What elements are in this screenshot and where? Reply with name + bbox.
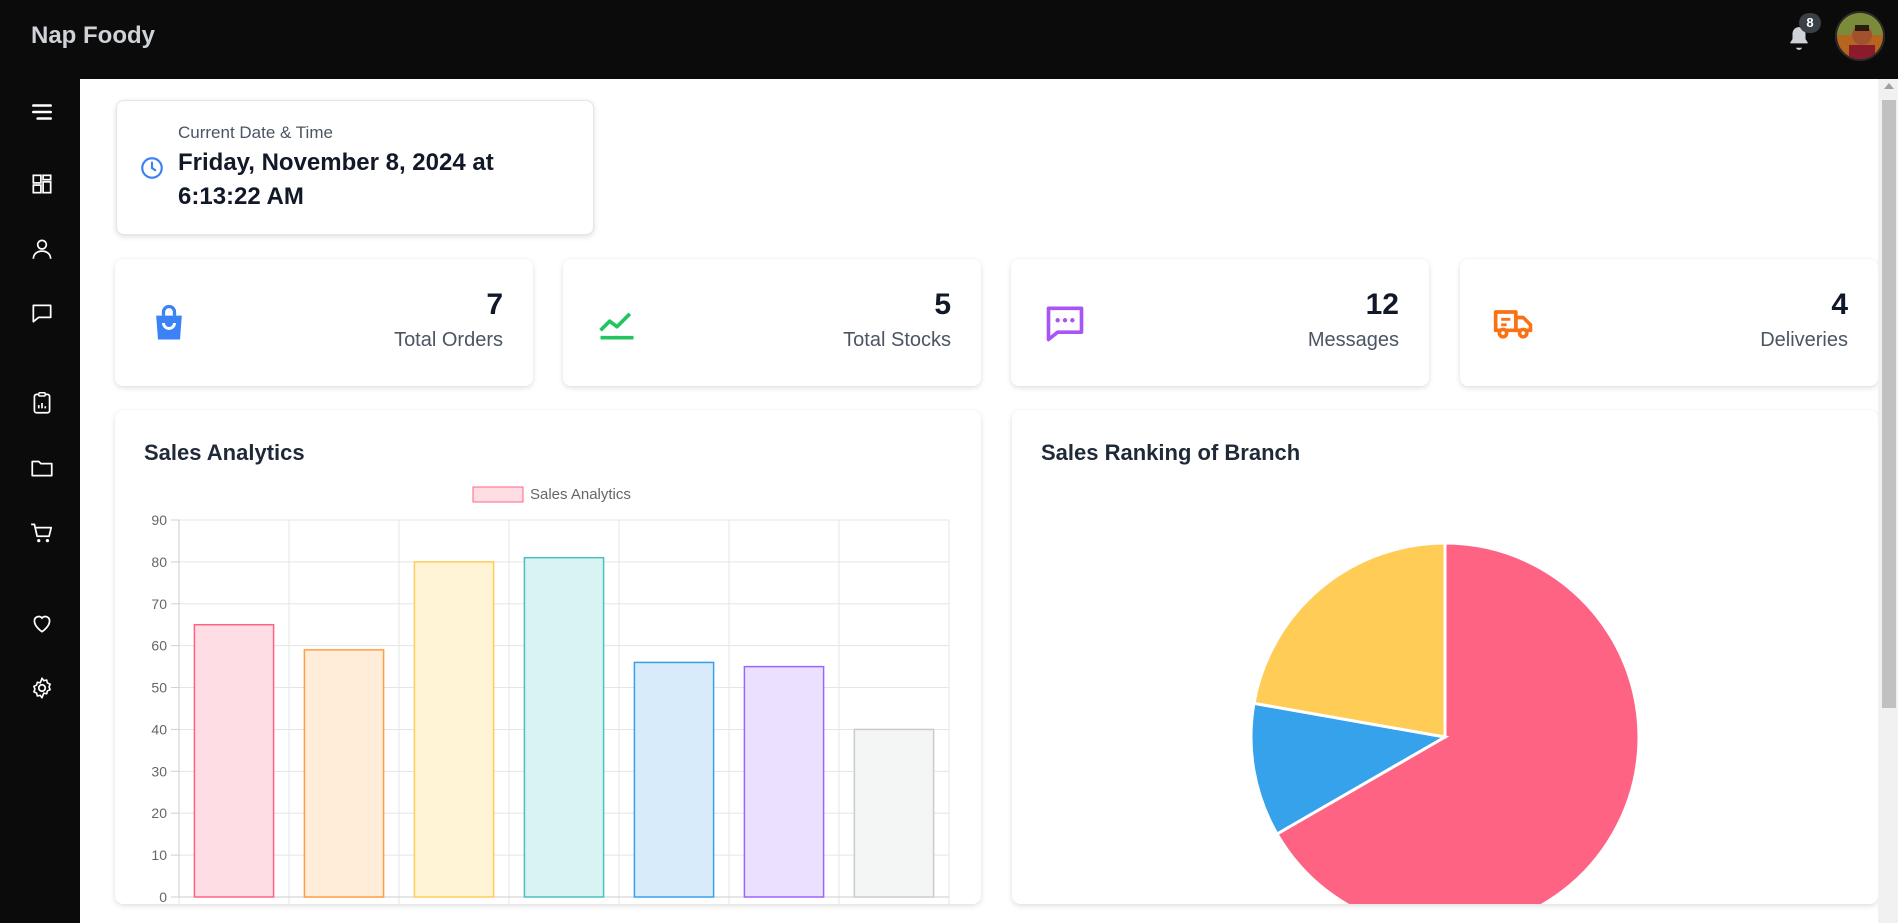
bar-may <box>633 661 715 898</box>
panel-title: Sales Ranking of Branch <box>1041 440 1301 465</box>
y-tick-label: 80 <box>151 554 167 570</box>
stat-card-messages[interactable]: 12 Messages <box>1011 259 1429 386</box>
trending-up-icon <box>599 312 634 340</box>
panel-title: Sales Analytics <box>144 440 305 465</box>
y-tick-label: 40 <box>151 721 167 737</box>
stat-label: Total Stocks <box>843 329 951 351</box>
scroll-up-arrow-icon[interactable] <box>1884 83 1894 89</box>
y-tick-label: 70 <box>151 596 167 612</box>
truck-icon <box>1493 310 1533 339</box>
stat-card-stocks[interactable]: 5 Total Stocks <box>563 259 981 386</box>
heart-icon[interactable] <box>29 610 55 636</box>
settings-icon[interactable] <box>29 675 55 701</box>
sales-analytics-panel: Sales Analytics Sales Analytics 0 10 20 30 40… <box>115 410 981 904</box>
y-tick-label: 20 <box>151 805 167 821</box>
sales-bar-chart: Sales Analytics0102030405060708090Januar… <box>151 486 950 904</box>
y-tick-label: 30 <box>151 763 167 779</box>
datetime-value: Friday, November 8, 2024 at 6:13:22 AM <box>178 149 494 210</box>
cart-icon[interactable] <box>29 520 55 546</box>
menu-icon[interactable] <box>29 99 55 125</box>
stat-value: 4 <box>1831 288 1848 321</box>
bar-january <box>193 623 275 898</box>
clock-icon <box>141 157 163 179</box>
sales-pie-chart <box>1249 541 1641 904</box>
stat-label: Messages <box>1307 329 1399 351</box>
top-bar: Nap Foody 8 <box>0 0 1898 79</box>
stat-value: 5 <box>934 288 951 321</box>
chart-legend: Sales Analytics <box>472 486 631 503</box>
stat-label: Deliveries <box>1760 329 1848 351</box>
folder-icon[interactable] <box>29 455 55 481</box>
stat-value: 7 <box>486 288 503 321</box>
datetime-card: Current Date & Time Friday, November 8, … <box>116 100 594 235</box>
sales-ranking-panel: Sales Ranking of Branch <box>1012 410 1878 904</box>
notification-badge: 8 <box>1799 13 1821 33</box>
avatar[interactable] <box>1835 11 1885 61</box>
scrollbar-thumb[interactable] <box>1882 100 1896 708</box>
sidebar <box>0 79 80 923</box>
chat-icon[interactable] <box>29 300 55 326</box>
message-icon <box>1046 306 1084 342</box>
bar-march <box>413 561 495 898</box>
pie-slice-2 <box>1252 541 1447 739</box>
clipboard-report-icon[interactable] <box>29 390 55 416</box>
brand-title[interactable]: Nap Foody <box>31 22 155 50</box>
y-tick-label: 0 <box>159 889 167 904</box>
legend-label: Sales Analytics <box>530 486 631 503</box>
bar-april <box>523 556 605 898</box>
y-tick-label: 60 <box>151 638 167 654</box>
stat-card-deliveries[interactable]: 4 Deliveries <box>1460 259 1878 386</box>
legend-swatch <box>472 486 524 503</box>
bar-february <box>303 649 385 898</box>
stat-label: Total Orders <box>394 329 503 351</box>
shopping-bag-icon <box>156 304 182 340</box>
stat-card-orders[interactable]: 7 Total Orders <box>115 259 533 386</box>
bar-june <box>743 665 825 898</box>
user-icon[interactable] <box>29 236 55 262</box>
y-tick-label: 50 <box>151 680 167 696</box>
dashboard-icon[interactable] <box>29 171 55 197</box>
y-tick-label: 90 <box>151 512 167 528</box>
stat-value: 12 <box>1365 288 1399 321</box>
bar-july <box>853 728 935 898</box>
datetime-label: Current Date & Time <box>178 123 333 142</box>
y-tick-label: 10 <box>151 847 167 863</box>
